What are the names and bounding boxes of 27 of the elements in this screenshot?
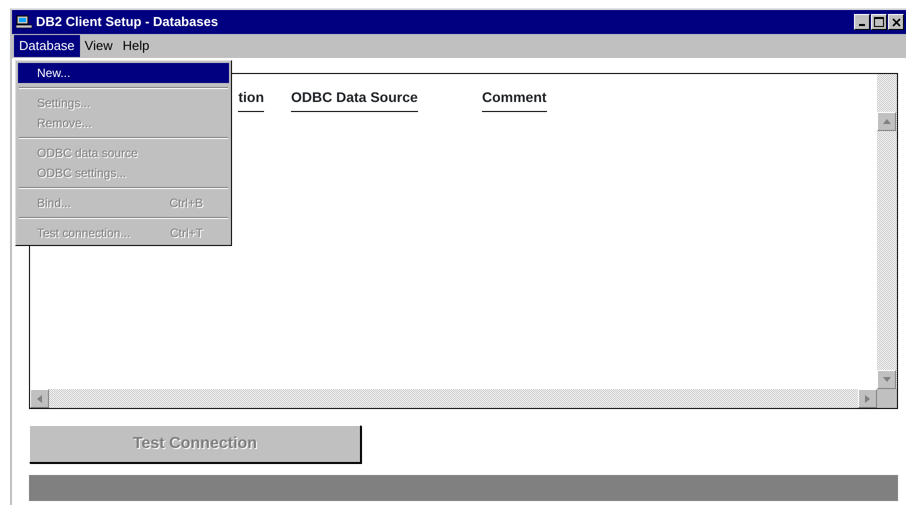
column-header[interactable]: Comment [482,87,547,112]
shortcut-text: Ctrl+T [170,225,203,242]
computer-icon [16,15,32,29]
maximize-icon [874,17,884,27]
menu-option[interactable]: New... [18,63,229,83]
scroll-left-button[interactable] [30,389,49,408]
window-title: DB2 Client Setup - Databases [36,13,218,32]
up-arrow-icon [882,119,890,124]
maximize-button[interactable] [871,14,887,30]
menu-item[interactable]: Help [118,35,154,57]
column-header[interactable]: tion [238,87,264,112]
scroll-up-button[interactable] [877,112,896,131]
column-header[interactable]: ODBC Data Source [291,87,418,112]
menu-item[interactable]: Database [14,35,80,57]
scrollbar-corner [877,389,897,408]
scroll-down-button[interactable] [877,370,896,389]
scroll-right-button[interactable] [858,389,877,408]
down-arrow-icon [882,377,890,382]
vertical-scrollbar[interactable] [877,74,897,389]
shortcut-text: Ctrl+B [169,195,203,212]
minimize-button[interactable] [854,14,870,30]
left-arrow-icon [37,394,42,402]
right-arrow-icon [865,394,870,402]
horizontal-scrollbar[interactable] [30,389,877,408]
close-icon [892,18,900,26]
menu-item[interactable]: View [80,35,118,57]
close-button[interactable] [888,14,904,30]
